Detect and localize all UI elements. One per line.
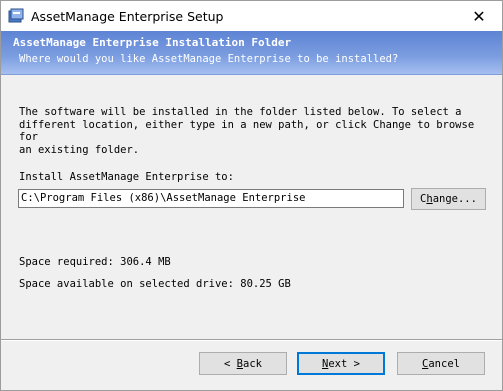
- footer-divider: [1, 339, 502, 341]
- back-button[interactable]: < Back: [199, 352, 287, 375]
- window-title: AssetManage Enterprise Setup: [31, 8, 224, 24]
- close-icon[interactable]: ✕: [456, 1, 502, 31]
- change-button[interactable]: Ch ange...: [411, 188, 486, 210]
- cancel-button[interactable]: Cancel: [397, 352, 485, 375]
- title-bar[interactable]: AssetManage Enterprise Setup ✕: [1, 1, 502, 31]
- setup-app-icon: [8, 8, 24, 23]
- banner-subtitle: Where would you like AssetManage Enterpr…: [19, 53, 399, 65]
- setup-window: AssetManage Enterprise Setup ✕ AssetMana…: [0, 0, 503, 391]
- header-banner: AssetManage Enterprise Installation Fold…: [1, 31, 502, 75]
- back-arrow-icon: <: [224, 357, 231, 370]
- space-required-text: Space required: 306.4 MB: [19, 256, 171, 268]
- next-label-rest: ext: [328, 357, 348, 370]
- instructions-text: The software will be installed in the fo…: [19, 106, 475, 156]
- banner-title: AssetManage Enterprise Installation Fold…: [13, 36, 292, 49]
- install-path-label: Install AssetManage Enterprise to:: [19, 171, 234, 183]
- next-button[interactable]: Next >: [297, 352, 385, 375]
- space-available-text: Space available on selected drive: 80.25…: [19, 278, 291, 290]
- cancel-label-rest: ancel: [428, 357, 460, 370]
- install-path-field[interactable]: C:\Program Files (x86)\AssetManage Enter…: [18, 189, 404, 208]
- back-label-rest: ack: [243, 357, 262, 370]
- next-arrow-icon: >: [353, 357, 360, 370]
- change-label-rest: ange...: [432, 193, 477, 205]
